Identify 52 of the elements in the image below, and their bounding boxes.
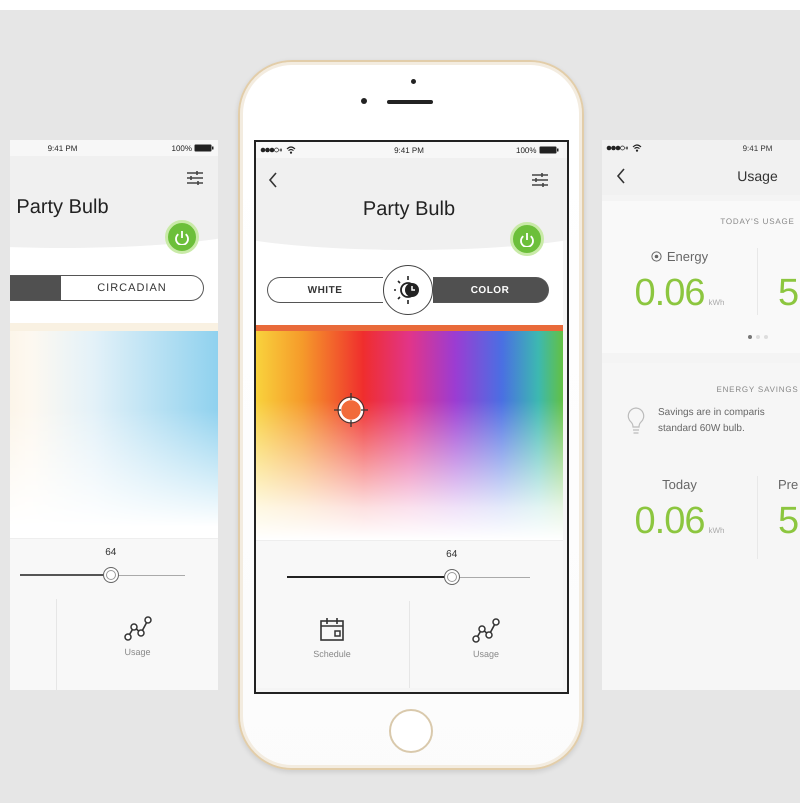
metric-label: Energy	[666, 248, 708, 264]
slider-thumb[interactable]	[102, 567, 119, 583]
target-icon	[650, 250, 662, 262]
note-text: Savings are in comparis	[658, 406, 765, 419]
line-graph-icon	[124, 615, 152, 641]
camera-lens	[361, 98, 367, 104]
signal-icon	[606, 145, 628, 151]
metric-value: 5	[778, 272, 798, 315]
power-icon	[175, 230, 189, 244]
status-time: 9:41 PM	[394, 146, 424, 154]
metric-label: Today	[662, 476, 697, 492]
calendar-icon	[319, 617, 345, 643]
battery-icon	[194, 144, 214, 152]
bulb-icon	[626, 406, 646, 436]
metric-value: 5	[778, 500, 798, 543]
battery-icon	[538, 146, 558, 154]
mode-tab[interactable]: WHITE	[266, 277, 382, 303]
metric-value: 0.06	[634, 500, 704, 543]
metric-unit: kWh	[708, 526, 724, 535]
metric-value: 0.06	[634, 272, 704, 315]
mode-switch-button[interactable]	[382, 265, 432, 315]
screen-title: Party Bulb	[16, 196, 109, 219]
signal-icon	[260, 147, 282, 153]
slider-thumb[interactable]	[444, 569, 460, 585]
back-icon[interactable]	[616, 168, 626, 184]
crosshair-icon[interactable]	[334, 393, 368, 427]
slider-value: 64	[105, 547, 116, 558]
back-icon[interactable]	[268, 172, 278, 188]
speaker-grille	[387, 100, 433, 104]
sensor-dot	[411, 79, 416, 84]
battery-percent: 100%	[516, 146, 536, 154]
color-picker[interactable]	[256, 325, 562, 540]
mode-tab[interactable]: COLOR	[432, 277, 548, 303]
section-heading: ENERGY SAVINGS	[716, 385, 799, 394]
mode-tab[interactable]: CIRCADIAN	[61, 275, 204, 301]
status-time: 9:41 PM	[742, 144, 772, 152]
wifi-icon	[286, 146, 296, 154]
settings-icon[interactable]	[186, 170, 204, 186]
battery-percent: 100%	[172, 144, 192, 152]
metric-label: Pre	[778, 476, 798, 492]
settings-icon[interactable]	[530, 172, 548, 188]
section-heading: TODAY'S USAGE	[720, 217, 795, 226]
note-text: standard 60W bulb.	[658, 422, 746, 435]
wifi-icon	[632, 144, 642, 152]
metric-unit: kWh	[708, 298, 724, 307]
screen-title: Party Bulb	[362, 198, 456, 221]
power-icon	[520, 232, 534, 246]
slider-value: 64	[446, 549, 458, 560]
status-time: 9:41 PM	[48, 144, 78, 152]
line-graph-icon	[472, 617, 500, 643]
screen-title: Usage	[737, 168, 778, 184]
page-dot[interactable]	[748, 335, 752, 339]
